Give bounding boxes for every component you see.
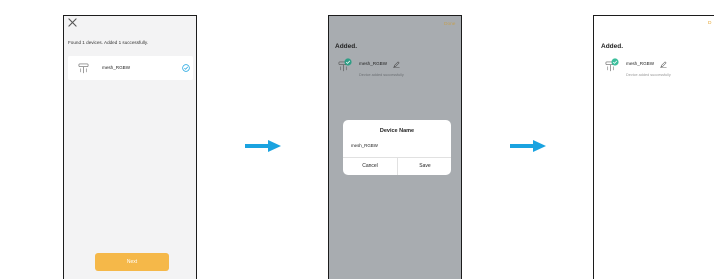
light-bulb-icon [78,63,89,74]
success-badge-icon [344,58,352,66]
device-name-input[interactable]: mesh_RGBW [351,143,378,148]
save-button[interactable]: Save [398,157,451,175]
done-button[interactable]: D [708,21,711,26]
device-status-text: Device added successfully [359,73,404,77]
arrow-right-icon [510,140,546,152]
device-name-label: mesh_RGBW [359,61,388,66]
phone-screen-rename: Done Added. mesh_RGBW Device added succe… [328,15,462,279]
added-device-row: mesh_RGBW Device added successfully [602,57,714,87]
phone-screen-added: D Added. mesh_RGBW Device added successf… [593,15,714,279]
added-device-row: mesh_RGBW Device added successfully [335,57,455,87]
device-status-text: Device added successfully [626,73,671,77]
arrow-right-icon [245,140,281,152]
success-badge-icon [611,58,619,66]
next-button[interactable]: Next [95,253,169,271]
added-title: Added. [601,43,624,50]
phone-screen-found: Found 1 devices. Added 1 successfully. m… [63,15,197,279]
device-name-label: mesh_RGBW [626,61,655,66]
added-title: Added. [335,43,358,50]
found-status-text: Found 1 devices. Added 1 successfully. [68,40,149,45]
done-button[interactable]: Done [444,22,455,27]
device-name-dialog: Device Name mesh_RGBW Cancel Save [343,120,451,175]
device-card[interactable]: mesh_RGBW [68,56,193,80]
edit-pencil-icon[interactable] [393,61,400,68]
device-name-label: mesh_RGBW [102,65,131,70]
cancel-button[interactable]: Cancel [343,157,397,175]
dialog-title: Device Name [379,128,415,134]
edit-pencil-icon[interactable] [660,61,667,68]
check-circle-icon [182,64,190,72]
close-icon[interactable] [68,18,77,27]
